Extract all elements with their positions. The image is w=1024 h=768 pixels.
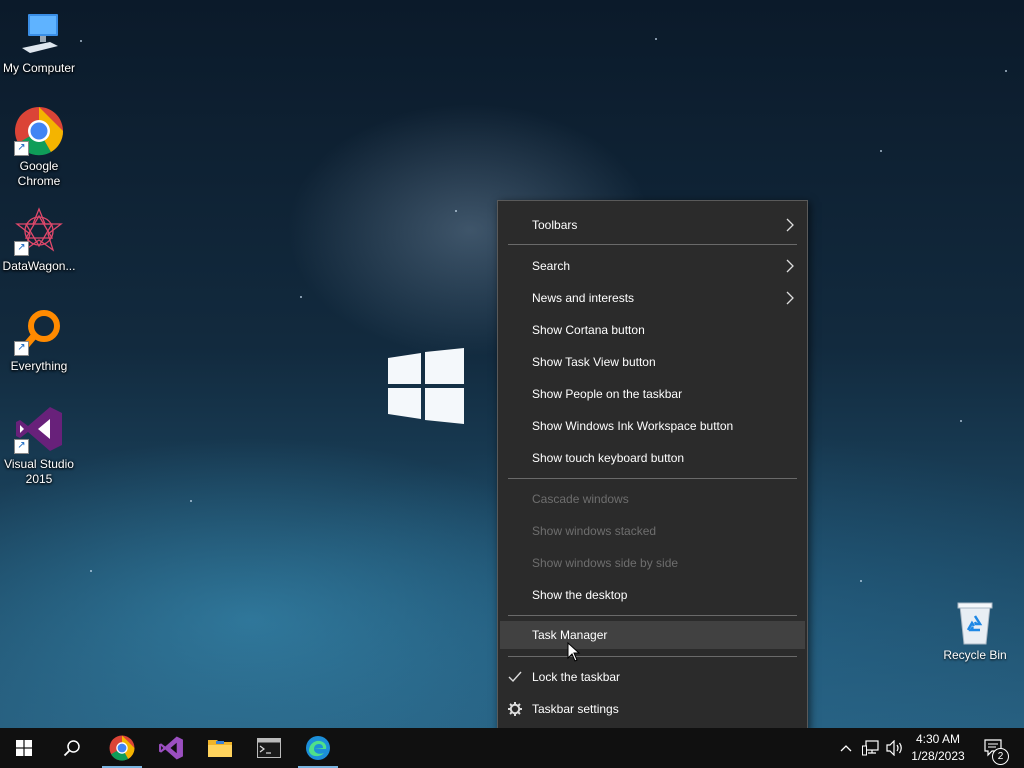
visual-studio-icon <box>159 736 183 760</box>
visual-studio-icon: ↗ <box>14 404 64 454</box>
desktop-icon-google-chrome[interactable]: ↗ Google Chrome <box>0 106 78 189</box>
menu-item-label: Toolbars <box>532 218 578 232</box>
gear-icon <box>508 702 522 716</box>
menu-item-taskbar-settings[interactable]: Taskbar settings <box>498 695 807 723</box>
menu-item-label: Show touch keyboard button <box>532 451 685 465</box>
folder-icon <box>208 740 232 757</box>
desktop-icon-label: My Computer <box>2 61 76 75</box>
menu-item-label: Show windows stacked <box>532 524 657 538</box>
desktop-icon-label: Google Chrome <box>17 159 61 188</box>
menu-item-label: Show People on the taskbar <box>532 387 683 401</box>
menu-item-show-the-desktop[interactable]: Show the desktop <box>498 581 807 609</box>
clock-time: 4:30 AM <box>915 732 961 746</box>
datawagon-icon: ↗ <box>14 206 64 256</box>
menu-item-label: Show Cortana button <box>532 323 645 337</box>
shortcut-arrow-icon: ↗ <box>14 439 29 454</box>
chevron-right-icon <box>786 218 794 232</box>
notification-count-badge: 2 <box>992 748 1009 765</box>
menu-item-show-windows-side-by-side: Show windows side by side <box>498 549 807 577</box>
chevron-up-icon <box>840 745 852 752</box>
desktop-icon-label: Visual Studio 2015 <box>4 457 74 486</box>
taskbar-file-explorer-button[interactable] <box>196 728 244 768</box>
menu-separator <box>508 615 797 616</box>
menu-item-task-manager[interactable]: Task Manager <box>500 621 805 649</box>
windows-logo-wallpaper <box>388 348 464 424</box>
chrome-icon <box>109 735 135 761</box>
action-center-button[interactable]: 2 <box>978 728 1010 768</box>
desktop-icon-my-computer[interactable]: My Computer <box>0 8 78 76</box>
desktop-icon-visual-studio[interactable]: ↗ Visual Studio 2015 <box>0 404 78 487</box>
chrome-icon: ↗ <box>14 106 64 156</box>
desktop-icon-label: Everything <box>10 359 68 373</box>
menu-item-label: Lock the taskbar <box>532 670 621 684</box>
taskbar-search-button[interactable] <box>48 728 96 768</box>
terminal-icon <box>257 738 281 758</box>
menu-separator <box>508 244 797 245</box>
menu-item-search[interactable]: Search <box>498 252 807 280</box>
menu-item-show-ink-workspace[interactable]: Show Windows Ink Workspace button <box>498 412 807 440</box>
taskbar-visual-studio-button[interactable] <box>147 728 195 768</box>
menu-item-lock-the-taskbar[interactable]: Lock the taskbar <box>498 663 807 691</box>
menu-item-label: Show Task View button <box>532 355 656 369</box>
shortcut-arrow-icon: ↗ <box>14 341 29 356</box>
menu-item-show-cortana-button[interactable]: Show Cortana button <box>498 316 807 344</box>
menu-item-label: Taskbar settings <box>532 702 619 716</box>
desktop-icon-label: Recycle Bin <box>943 648 1007 662</box>
edge-icon <box>306 736 330 760</box>
menu-item-show-touch-keyboard[interactable]: Show touch keyboard button <box>498 444 807 472</box>
chevron-right-icon <box>786 291 794 305</box>
menu-item-show-task-view-button[interactable]: Show Task View button <box>498 348 807 376</box>
network-button[interactable] <box>860 728 882 768</box>
checkmark-icon <box>508 671 522 683</box>
mouse-cursor-icon <box>567 642 581 662</box>
taskbar-edge-button[interactable] <box>294 728 342 768</box>
chevron-right-icon <box>786 259 794 273</box>
recycle-bin-icon <box>954 600 996 646</box>
taskbar: 4:30 AM 1/28/2023 2 <box>0 728 1024 768</box>
volume-icon <box>886 740 902 756</box>
clock[interactable]: 4:30 AM 1/28/2023 <box>906 731 970 765</box>
everything-icon: ↗ <box>14 306 64 356</box>
desktop-icon-recycle-bin[interactable]: Recycle Bin <box>940 600 1010 662</box>
menu-item-news-and-interests[interactable]: News and interests <box>498 284 807 312</box>
volume-button[interactable] <box>884 728 906 768</box>
show-hidden-icons-button[interactable] <box>836 728 856 768</box>
taskbar-chrome-button[interactable] <box>98 728 146 768</box>
desktop-icon-label: DataWagon... <box>2 259 76 273</box>
menu-item-label: Search <box>532 259 571 273</box>
menu-item-label: Cascade windows <box>532 492 629 506</box>
windows-start-icon <box>16 740 32 756</box>
taskbar-command-prompt-button[interactable] <box>245 728 293 768</box>
menu-item-label: News and interests <box>532 291 635 305</box>
desktop-icon-datawagon[interactable]: ↗ DataWagon... <box>0 206 78 274</box>
menu-item-show-windows-stacked: Show windows stacked <box>498 517 807 545</box>
shortcut-arrow-icon: ↗ <box>14 241 29 256</box>
menu-item-label: Show the desktop <box>532 588 628 602</box>
menu-item-label: Task Manager <box>532 628 608 642</box>
desktop-icon-everything[interactable]: ↗ Everything <box>0 306 78 374</box>
menu-item-cascade-windows: Cascade windows <box>498 485 807 513</box>
menu-separator <box>508 478 797 479</box>
start-button[interactable] <box>0 728 48 768</box>
menu-item-show-people[interactable]: Show People on the taskbar <box>498 380 807 408</box>
menu-item-label: Show Windows Ink Workspace button <box>532 419 734 433</box>
clock-date: 1/28/2023 <box>911 749 965 763</box>
search-icon <box>63 740 80 757</box>
menu-separator <box>508 656 797 657</box>
network-icon <box>862 740 879 756</box>
taskbar-context-menu: Toolbars Search News and interests Show … <box>497 200 808 732</box>
shortcut-arrow-icon: ↗ <box>14 141 29 156</box>
menu-item-toolbars[interactable]: Toolbars <box>498 211 807 239</box>
menu-item-label: Show windows side by side <box>532 556 679 570</box>
computer-icon <box>14 8 64 58</box>
